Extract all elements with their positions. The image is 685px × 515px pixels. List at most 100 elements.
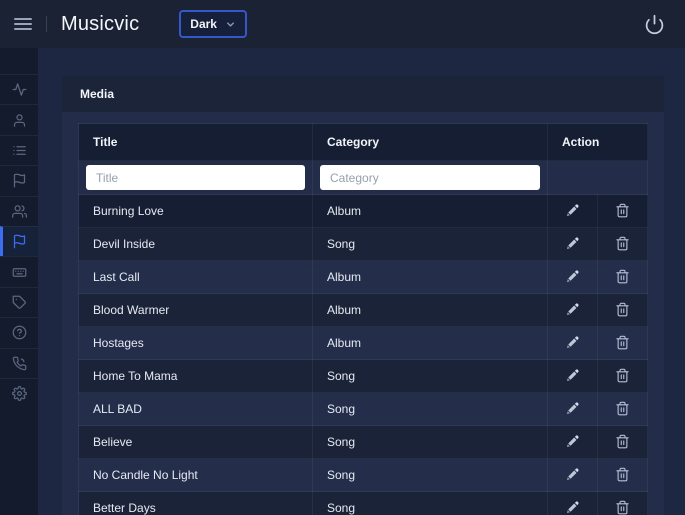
table-row: Burning Love Album [78, 194, 648, 228]
trash-icon [615, 335, 630, 350]
table-header-row: Title Category Action [78, 123, 648, 161]
delete-button[interactable] [612, 399, 634, 419]
power-icon [644, 14, 665, 35]
delete-button[interactable] [612, 333, 634, 353]
row-category: Song [312, 392, 548, 426]
trash-icon [615, 236, 630, 251]
edit-button[interactable] [562, 498, 584, 515]
delete-button[interactable] [612, 432, 634, 452]
delete-button[interactable] [612, 465, 634, 485]
edit-button[interactable] [562, 201, 584, 221]
title-filter-input[interactable] [86, 165, 305, 190]
flag-icon [12, 173, 27, 188]
edit-button[interactable] [562, 333, 584, 353]
pencil-icon [565, 236, 580, 251]
row-category: Song [312, 359, 548, 393]
pencil-icon [565, 500, 580, 515]
row-category: Song [312, 491, 548, 515]
delete-button[interactable] [612, 201, 634, 221]
table-row: Better Days Song [78, 491, 648, 515]
edit-button[interactable] [562, 267, 584, 287]
panel-header: Media [62, 76, 664, 112]
list-icon [12, 143, 27, 158]
row-category: Album [312, 260, 548, 294]
main-content: Media Title Category Action Title Catego… [38, 48, 685, 515]
phone-icon [12, 356, 27, 371]
row-title: Blood Warmer [78, 293, 313, 327]
table-row: Last Call Album [78, 260, 648, 294]
edit-button[interactable] [562, 366, 584, 386]
sidebar-item-help-circle[interactable] [0, 317, 38, 347]
pencil-icon [565, 302, 580, 317]
sidebar-item-user[interactable] [0, 104, 38, 134]
top-header: Musicvic Dark [0, 0, 685, 48]
sidebar-item-flag[interactable] [0, 165, 38, 195]
settings-icon [11, 386, 27, 402]
delete-button[interactable] [612, 366, 634, 386]
sidebar-item-activity[interactable] [0, 74, 38, 104]
delete-button[interactable] [612, 300, 634, 320]
users-icon [11, 204, 27, 219]
trash-icon [615, 302, 630, 317]
pencil-icon [565, 467, 580, 482]
trash-icon [615, 401, 630, 416]
row-category: Album [312, 194, 548, 228]
row-title: Believe [78, 425, 313, 459]
activity-icon [12, 82, 27, 97]
table-row: ALL BAD Song [78, 392, 648, 426]
pencil-icon [565, 434, 580, 449]
trash-icon [615, 368, 630, 383]
sidebar-item-settings[interactable] [0, 377, 38, 408]
trash-icon [615, 500, 630, 515]
row-category: Album [312, 326, 548, 360]
media-table: Title Category Action Title Category Bur… [78, 123, 648, 515]
sidebar-item-users[interactable] [0, 195, 38, 226]
keyboard-icon [12, 265, 27, 280]
hamburger-icon [14, 18, 32, 30]
theme-dropdown-value: Dark [190, 17, 217, 31]
edit-button[interactable] [562, 432, 584, 452]
tag-icon [12, 295, 27, 310]
user-icon [12, 113, 27, 128]
pencil-icon [565, 368, 580, 383]
help-circle-icon [12, 325, 27, 340]
sidebar-nav [0, 48, 38, 515]
flag-icon [12, 234, 27, 249]
row-category: Song [312, 458, 548, 492]
sidebar-item-phone[interactable] [0, 347, 38, 378]
edit-button[interactable] [562, 465, 584, 485]
delete-button[interactable] [612, 498, 634, 515]
trash-icon [615, 434, 630, 449]
pencil-icon [565, 269, 580, 284]
row-title: ALL BAD [78, 392, 313, 426]
sidebar-item-list[interactable] [0, 134, 38, 165]
delete-button[interactable] [612, 234, 634, 254]
filter-row [78, 160, 648, 195]
sidebar-item-tag[interactable] [0, 286, 38, 317]
row-category: Song [312, 425, 548, 459]
edit-button[interactable] [562, 300, 584, 320]
edit-button[interactable] [562, 399, 584, 419]
edit-button[interactable] [562, 234, 584, 254]
sidebar-item-flag-active[interactable] [0, 225, 38, 257]
filter-action-cell [547, 160, 648, 195]
hamburger-menu-button[interactable] [0, 0, 46, 48]
row-title: No Candle No Light [78, 458, 313, 492]
power-button[interactable] [631, 0, 677, 48]
column-header-title: Title [78, 123, 313, 161]
row-title: Hostages [78, 326, 313, 360]
row-category: Album [312, 293, 548, 327]
theme-dropdown[interactable]: Dark [179, 10, 247, 38]
table-row: Home To Mama Song [78, 359, 648, 393]
sidebar-item-keyboard[interactable] [0, 256, 38, 286]
pencil-icon [565, 335, 580, 350]
row-title: Devil Inside [78, 227, 313, 261]
trash-icon [615, 467, 630, 482]
media-panel: Media Title Category Action Title Catego… [62, 76, 664, 515]
delete-button[interactable] [612, 267, 634, 287]
chevron-down-icon [225, 19, 236, 30]
category-filter-input[interactable] [320, 165, 540, 190]
row-category: Song [312, 227, 548, 261]
header-divider [46, 16, 47, 32]
panel-title: Media [80, 87, 115, 101]
